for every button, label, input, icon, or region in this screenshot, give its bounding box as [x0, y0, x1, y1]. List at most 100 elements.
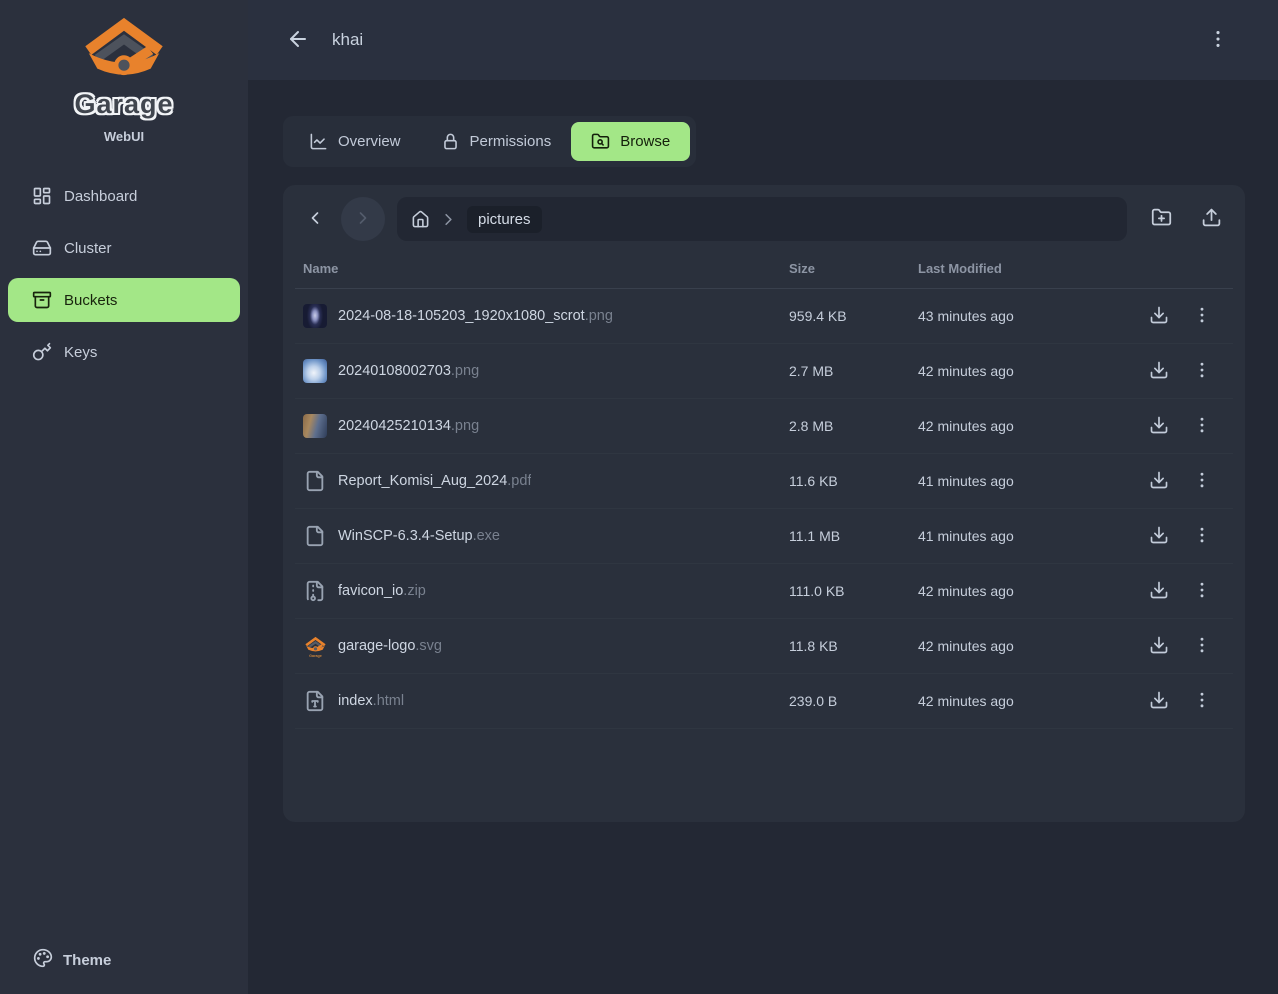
- row-menu-button[interactable]: [1186, 464, 1217, 498]
- tab-browse[interactable]: Browse: [571, 122, 690, 161]
- kebab-icon: [1192, 415, 1212, 438]
- download-button[interactable]: [1143, 574, 1174, 608]
- arrow-left-icon: [286, 27, 310, 54]
- app-root: Garage WebUI Dashboard Cluster Buckets K…: [0, 0, 1278, 994]
- file-modified: 43 minutes ago: [910, 289, 1135, 344]
- download-button[interactable]: [1143, 464, 1174, 498]
- tab-label: Browse: [620, 133, 670, 150]
- file-row[interactable]: 2024-08-18-105203_1920x1080_scrot.png 95…: [295, 289, 1233, 344]
- download-icon: [1149, 525, 1169, 548]
- logo-title: Garage: [0, 89, 248, 120]
- file-modified: 42 minutes ago: [910, 399, 1135, 454]
- download-icon: [1149, 415, 1169, 438]
- breadcrumb: pictures: [397, 197, 1127, 241]
- file-size: 11.8 KB: [781, 619, 910, 674]
- history-forward-button: [341, 197, 385, 241]
- sidebar-item-dashboard[interactable]: Dashboard: [8, 174, 240, 218]
- tab-overview[interactable]: Overview: [289, 122, 421, 161]
- sidebar-item-keys[interactable]: Keys: [8, 330, 240, 374]
- download-icon: [1149, 580, 1169, 603]
- logo-subtitle: WebUI: [0, 129, 248, 144]
- home-icon[interactable]: [411, 210, 430, 229]
- file-type-icon: [303, 689, 327, 713]
- file-size: 239.0 B: [781, 674, 910, 729]
- row-menu-button[interactable]: [1186, 574, 1217, 608]
- download-icon: [1149, 360, 1169, 383]
- file-icon: [303, 524, 327, 548]
- tab-label: Overview: [338, 133, 401, 150]
- palette-icon: [33, 948, 53, 972]
- kebab-icon: [1207, 28, 1229, 53]
- file-row[interactable]: favicon_io.zip 111.0 KB 42 minutes ago: [295, 564, 1233, 619]
- file-row[interactable]: WinSCP-6.3.4-Setup.exe 11.1 MB 41 minute…: [295, 509, 1233, 564]
- chevron-right-icon: [439, 210, 458, 229]
- tab-bar: Overview Permissions Browse: [283, 116, 696, 167]
- kebab-icon: [1192, 305, 1212, 328]
- download-button[interactable]: [1143, 299, 1174, 333]
- top-header: khai: [248, 0, 1278, 80]
- download-button[interactable]: [1143, 519, 1174, 553]
- svg-text:Garage: Garage: [309, 654, 322, 658]
- file-size: 11.6 KB: [781, 454, 910, 509]
- breadcrumb-segment-pictures[interactable]: pictures: [467, 206, 542, 233]
- sidebar-item-cluster[interactable]: Cluster: [8, 226, 240, 270]
- image-thumbnail: [303, 359, 327, 383]
- back-button[interactable]: [280, 22, 316, 58]
- download-icon: [1149, 470, 1169, 493]
- sidebar-nav: Dashboard Cluster Buckets Keys: [0, 174, 248, 382]
- row-menu-button[interactable]: [1186, 299, 1217, 333]
- file-name: 20240425210134.png: [338, 418, 479, 434]
- kebab-icon: [1192, 690, 1212, 713]
- image-thumbnail: [303, 304, 327, 328]
- file-icon: [303, 469, 327, 493]
- row-menu-button[interactable]: [1186, 684, 1217, 718]
- browse-toolbar: pictures: [295, 197, 1233, 241]
- row-menu-button[interactable]: [1186, 629, 1217, 663]
- file-row[interactable]: 20240425210134.png 2.8 MB 42 minutes ago: [295, 399, 1233, 454]
- file-name: garage-logo.svg: [338, 638, 442, 654]
- history-back-button[interactable]: [295, 197, 335, 241]
- hard-drive-icon: [32, 238, 52, 258]
- upload-button[interactable]: [1189, 197, 1233, 241]
- file-name: favicon_io.zip: [338, 583, 426, 599]
- folder-plus-icon: [1151, 207, 1172, 231]
- sidebar-item-buckets[interactable]: Buckets: [8, 278, 240, 322]
- file-modified: 42 minutes ago: [910, 619, 1135, 674]
- file-row[interactable]: Report_Komisi_Aug_2024.pdf 11.6 KB 41 mi…: [295, 454, 1233, 509]
- tab-permissions[interactable]: Permissions: [421, 122, 572, 161]
- file-size: 2.8 MB: [781, 399, 910, 454]
- download-button[interactable]: [1143, 409, 1174, 443]
- sidebar-item-label: Keys: [64, 344, 97, 361]
- row-menu-button[interactable]: [1186, 519, 1217, 553]
- file-size: 2.7 MB: [781, 344, 910, 399]
- file-modified: 42 minutes ago: [910, 564, 1135, 619]
- header-menu-button[interactable]: [1200, 22, 1236, 58]
- row-menu-button[interactable]: [1186, 409, 1217, 443]
- kebab-icon: [1192, 470, 1212, 493]
- app-logo: Garage WebUI: [0, 0, 248, 144]
- theme-label: Theme: [63, 952, 111, 969]
- theme-button[interactable]: Theme: [0, 948, 248, 994]
- download-icon: [1149, 635, 1169, 658]
- file-row[interactable]: 20240108002703.png 2.7 MB 42 minutes ago: [295, 344, 1233, 399]
- file-name: index.html: [338, 693, 404, 709]
- kebab-icon: [1192, 525, 1212, 548]
- new-folder-button[interactable]: [1139, 197, 1183, 241]
- kebab-icon: [1192, 360, 1212, 383]
- sidebar: Garage WebUI Dashboard Cluster Buckets K…: [0, 0, 248, 994]
- main-content: Overview Permissions Browse: [248, 80, 1278, 994]
- column-header-name: Name: [295, 249, 781, 289]
- file-row[interactable]: index.html 239.0 B 42 minutes ago: [295, 674, 1233, 729]
- kebab-icon: [1192, 580, 1212, 603]
- download-button[interactable]: [1143, 629, 1174, 663]
- file-modified: 41 minutes ago: [910, 454, 1135, 509]
- file-size: 111.0 KB: [781, 564, 910, 619]
- file-size: 959.4 KB: [781, 289, 910, 344]
- download-button[interactable]: [1143, 684, 1174, 718]
- file-archive-icon: [303, 579, 327, 603]
- file-row[interactable]: Garage garage-logo.svg 11.8 KB 42 minute…: [295, 619, 1233, 674]
- sidebar-item-label: Cluster: [64, 240, 112, 257]
- row-menu-button[interactable]: [1186, 354, 1217, 388]
- download-button[interactable]: [1143, 354, 1174, 388]
- image-thumbnail: [303, 414, 327, 438]
